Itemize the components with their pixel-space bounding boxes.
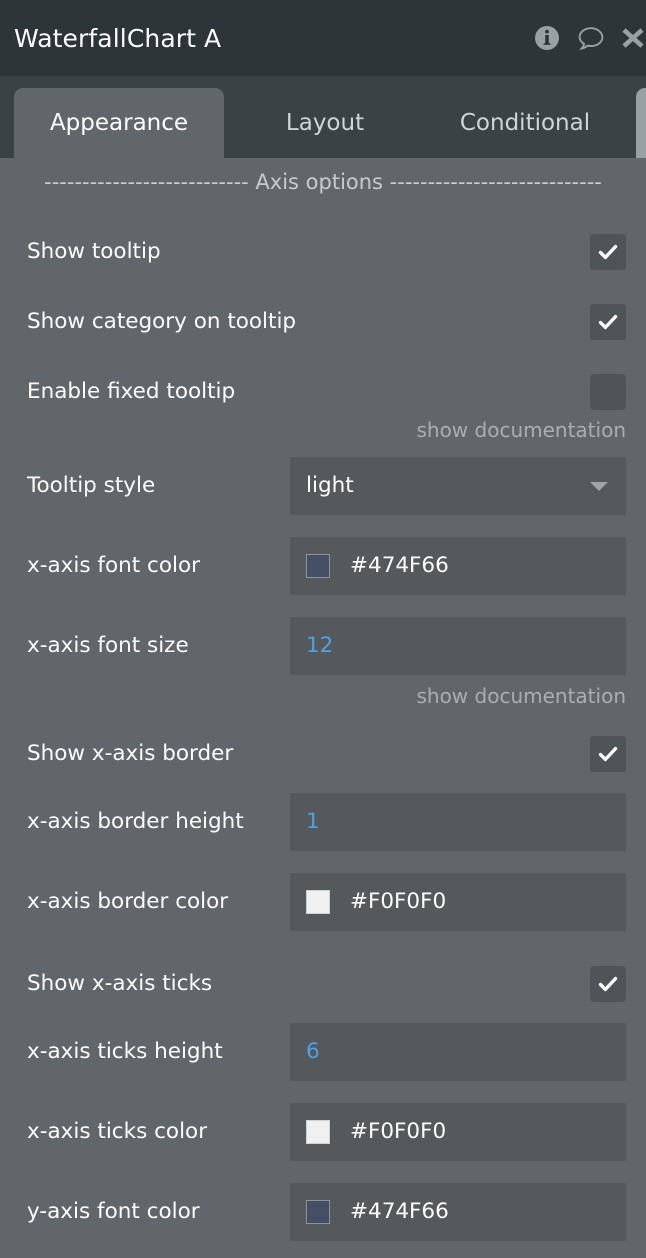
input-x-axis-font-size[interactable]: 12 [290, 617, 626, 675]
input-x-axis-ticks-height[interactable]: 6 [290, 1023, 626, 1081]
checkbox-enable-fixed-tooltip[interactable] [590, 374, 626, 410]
select-tooltip-style[interactable]: light [290, 457, 626, 515]
section-header-axis-options: --------------------------- Axis options… [44, 170, 602, 194]
tab-overflow[interactable] [636, 88, 646, 158]
color-swatch[interactable] [306, 1200, 330, 1224]
tab-conditional-label: Conditional [459, 110, 591, 136]
options-panel: --------------------------- Axis options… [0, 158, 646, 1258]
color-swatch[interactable] [306, 890, 330, 914]
option-row-x-axis-font-size: x-axis font size 12 [0, 617, 646, 675]
option-label: x-axis font color [27, 553, 200, 579]
tab-appearance-label: Appearance [49, 110, 189, 136]
input-value: 1 [306, 809, 320, 835]
color-value: #474F66 [350, 1199, 449, 1225]
option-label: Show category on tooltip [27, 309, 297, 335]
option-row-x-axis-ticks-color: x-axis ticks color #F0F0F0 [0, 1103, 646, 1161]
option-label: x-axis border color [27, 889, 229, 915]
tab-bar: Appearance Layout Conditional [0, 76, 646, 158]
option-row-show-x-axis-ticks: Show x-axis ticks [0, 964, 646, 1004]
input-x-axis-border-height[interactable]: 1 [290, 793, 626, 851]
option-row-y-axis-font-color: y-axis font color #474F66 [0, 1183, 646, 1241]
colorpicker-y-axis-font-color[interactable]: #474F66 [290, 1183, 626, 1241]
option-row-enable-fixed-tooltip: Enable fixed tooltip [0, 372, 646, 412]
option-row-x-axis-font-color: x-axis font color #474F66 [0, 537, 646, 595]
option-label: Tooltip style [27, 473, 156, 499]
option-label: x-axis ticks height [27, 1039, 223, 1065]
colorpicker-x-axis-ticks-color[interactable]: #F0F0F0 [290, 1103, 626, 1161]
color-swatch[interactable] [306, 554, 330, 578]
color-value: #474F66 [350, 553, 449, 579]
option-label: Show x-axis ticks [27, 971, 213, 997]
show-documentation-link-1[interactable]: show documentation [416, 420, 626, 440]
option-row-x-axis-border-color: x-axis border color #F0F0F0 [0, 873, 646, 931]
color-value: #F0F0F0 [350, 1119, 447, 1145]
option-label: x-axis font size [27, 633, 189, 659]
option-row-show-x-axis-border: Show x-axis border [0, 734, 646, 774]
colorpicker-x-axis-border-color[interactable]: #F0F0F0 [290, 873, 626, 931]
checkbox-show-x-axis-border[interactable] [590, 736, 626, 772]
input-value: 12 [306, 633, 334, 659]
tab-appearance[interactable]: Appearance [14, 88, 224, 158]
tab-conditional[interactable]: Conditional [424, 88, 626, 158]
option-label: Enable fixed tooltip [27, 379, 236, 405]
checkbox-show-x-axis-ticks[interactable] [590, 966, 626, 1002]
tab-layout-label: Layout [285, 110, 365, 136]
close-icon[interactable] [620, 23, 646, 53]
option-label: Show tooltip [27, 239, 161, 265]
show-documentation-link-2[interactable]: show documentation [416, 686, 626, 706]
input-value: 6 [306, 1039, 320, 1065]
option-row-show-category-on-tooltip: Show category on tooltip [0, 302, 646, 342]
color-swatch[interactable] [306, 1120, 330, 1144]
option-label: x-axis border height [27, 809, 244, 835]
option-label: Show x-axis border [27, 741, 234, 767]
select-tooltip-style-value: light [306, 473, 354, 499]
page-title: WaterfallChart A [14, 23, 222, 53]
option-label: y-axis font color [27, 1199, 200, 1225]
option-row-x-axis-border-height: x-axis border height 1 [0, 793, 646, 851]
color-value: #F0F0F0 [350, 889, 447, 915]
option-row-x-axis-ticks-height: x-axis ticks height 6 [0, 1023, 646, 1081]
window-titlebar: WaterfallChart A [0, 0, 646, 76]
checkbox-show-category-on-tooltip[interactable] [590, 304, 626, 340]
option-row-tooltip-style: Tooltip style light [0, 457, 646, 515]
option-label: x-axis ticks color [27, 1119, 208, 1145]
info-icon[interactable] [532, 23, 562, 53]
checkbox-show-tooltip[interactable] [590, 234, 626, 270]
chevron-down-icon [590, 482, 608, 491]
option-row-show-tooltip: Show tooltip [0, 232, 646, 272]
tab-layout[interactable]: Layout [232, 88, 418, 158]
colorpicker-x-axis-font-color[interactable]: #474F66 [290, 537, 626, 595]
titlebar-actions [532, 23, 644, 53]
property-editor-panel: WaterfallChart A Appearance Layout Condi… [0, 0, 646, 1258]
comment-icon[interactable] [576, 23, 606, 53]
